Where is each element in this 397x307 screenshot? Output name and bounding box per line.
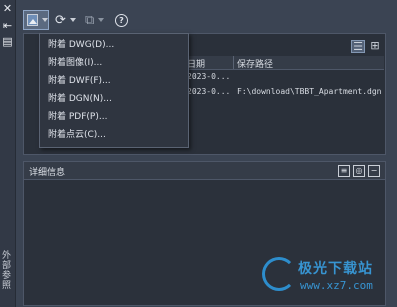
toolbar: ⟳ ⧉ ?	[23, 10, 383, 32]
table-row[interactable]: 2023-0... F:\download\TBBT_Apartment.dgn	[184, 86, 384, 98]
properties-icon[interactable]: ▤	[2, 36, 13, 47]
view-toggle: ☰ ⊞	[351, 40, 381, 53]
menu-item-attach-point-cloud[interactable]: 附着点云(C)...	[48, 127, 183, 143]
watermark: 极光下载站 www.xz7.com	[262, 255, 392, 301]
refresh-button[interactable]: ⟳	[55, 10, 76, 30]
watermark-text: 极光下载站	[298, 261, 373, 277]
attach-button[interactable]	[23, 10, 49, 30]
column-date[interactable]: 日期	[187, 57, 205, 70]
attach-dropdown-menu: 附着 DWG(D)... 附着图像(I)... 附着 DWF(F)... 附着 …	[39, 33, 189, 148]
close-icon[interactable]: ✕	[2, 3, 13, 14]
palette-side-bar: ✕ ⇤ ▤ 外部参照	[0, 0, 16, 307]
menu-item-attach-pdf[interactable]: 附着 PDF(P)...	[48, 109, 183, 125]
details-title: 详细信息	[29, 168, 66, 178]
help-button[interactable]: ?	[115, 10, 128, 30]
watermark-logo-icon	[262, 257, 296, 291]
row-date: 2023-0...	[187, 72, 231, 81]
change-path-button[interactable]: ⧉	[85, 10, 105, 30]
menu-item-attach-dwg[interactable]: 附着 DWG(D)...	[48, 37, 183, 53]
refresh-icon: ⟳	[55, 12, 66, 28]
attach-image-icon	[27, 14, 38, 26]
column-saved-path[interactable]: 保存路径	[237, 57, 273, 70]
change-path-icon: ⧉	[85, 12, 95, 28]
chevron-down-icon	[69, 18, 76, 22]
details-view-icon[interactable]: ≡	[338, 165, 350, 177]
help-icon: ?	[115, 13, 128, 27]
watermark-url: www.xz7.com	[300, 279, 373, 292]
list-view-icon[interactable]: ☰	[351, 40, 365, 53]
menu-item-attach-image[interactable]: 附着图像(I)...	[48, 55, 183, 71]
column-divider[interactable]	[233, 56, 234, 69]
tree-view-icon[interactable]: ⊞	[369, 40, 381, 51]
preview-icon[interactable]: ◎	[353, 165, 365, 177]
details-header: 详细信息 ≡ ◎ −	[24, 162, 385, 180]
auto-hide-icon[interactable]: ⇤	[2, 20, 13, 31]
row-date: 2023-0...	[187, 87, 231, 96]
palette-title: 外部参照	[0, 250, 10, 290]
details-controls: ≡ ◎ −	[338, 165, 380, 177]
menu-item-attach-dwf[interactable]: 附着 DWF(F)...	[48, 73, 183, 89]
row-path: F:\download\TBBT_Apartment.dgn	[237, 87, 382, 96]
collapse-icon[interactable]: −	[368, 165, 380, 177]
menu-item-attach-dgn[interactable]: 附着 DGN(N)...	[48, 91, 183, 107]
column-header: 日期 保存路径	[184, 56, 384, 70]
chevron-down-icon	[42, 18, 48, 22]
table-row[interactable]: 2023-0...	[184, 71, 384, 83]
chevron-down-icon	[98, 18, 105, 22]
